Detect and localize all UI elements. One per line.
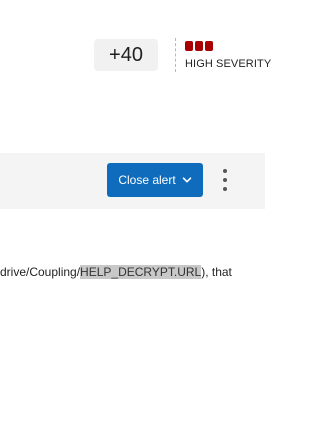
header-divider bbox=[175, 38, 176, 72]
detail-text-before: drive/Coupling/ bbox=[0, 265, 81, 279]
severity-bar-1 bbox=[185, 41, 193, 51]
severity-bar-2 bbox=[195, 41, 203, 51]
more-vertical-icon[interactable] bbox=[218, 169, 232, 191]
score-badge: +40 bbox=[94, 39, 158, 71]
severity-label: HIGH SEVERITY bbox=[185, 58, 272, 70]
alert-page: +40 HIGH SEVERITY Close alert drive/Coup… bbox=[0, 0, 302, 423]
detail-text-after: ), that bbox=[201, 265, 232, 279]
alert-detail-text: drive/Coupling/HELP_DECRYPT.URL), that bbox=[0, 265, 232, 279]
command-bar: Close alert bbox=[0, 153, 265, 209]
close-alert-label: Close alert bbox=[118, 173, 176, 187]
chevron-down-icon bbox=[182, 177, 191, 183]
highlighted-filename: HELP_DECRYPT.URL bbox=[80, 265, 202, 279]
close-alert-button[interactable]: Close alert bbox=[107, 163, 203, 197]
score-value: +40 bbox=[109, 43, 143, 66]
severity-bar-3 bbox=[205, 41, 213, 51]
severity-level-icon bbox=[185, 41, 213, 51]
